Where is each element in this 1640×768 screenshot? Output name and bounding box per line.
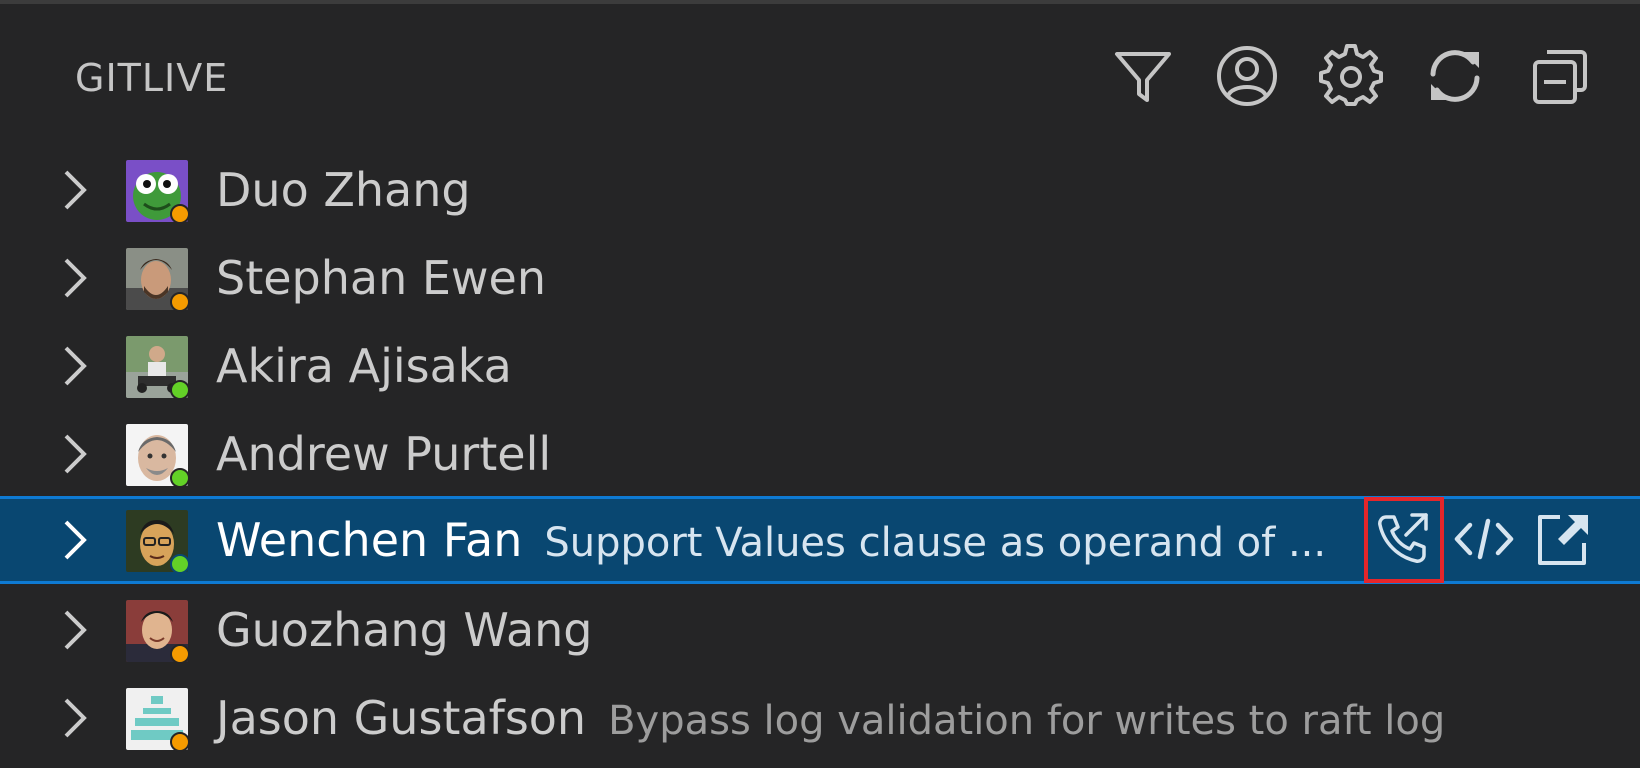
avatar (126, 160, 190, 224)
user-row-selected[interactable]: Wenchen Fan Support Values clause as oper… (0, 496, 1640, 584)
account-icon (1217, 46, 1277, 106)
user-name: Akira Ajisaka (216, 339, 512, 393)
refresh-button[interactable] (1419, 40, 1491, 112)
avatar (126, 510, 190, 574)
collapse-all-button[interactable] (1523, 40, 1595, 112)
chevron-right-icon[interactable] (52, 518, 96, 562)
code-icon (1454, 518, 1514, 560)
open-external-button[interactable] (1526, 501, 1602, 577)
gear-icon (1319, 44, 1383, 106)
user-name: Stephan Ewen (216, 251, 546, 305)
filter-button[interactable] (1107, 40, 1179, 112)
avatar (126, 336, 190, 400)
avatar (126, 600, 190, 664)
chevron-right-icon[interactable] (52, 608, 96, 652)
open-code-button[interactable] (1446, 501, 1522, 577)
chevron-right-icon[interactable] (52, 344, 96, 388)
avatar (126, 688, 190, 752)
chevron-right-icon[interactable] (52, 696, 96, 740)
user-row[interactable]: Jason Gustafson Bypass log validation for… (0, 674, 1640, 762)
user-name: Wenchen Fan (216, 513, 523, 567)
avatar (126, 248, 190, 312)
chevron-right-icon[interactable] (52, 168, 96, 212)
status-away-indicator (170, 292, 190, 312)
user-row[interactable]: Guozhang Wang (0, 586, 1640, 674)
user-row[interactable]: Stephan Ewen (0, 234, 1640, 322)
status-online-indicator (170, 554, 190, 574)
settings-button[interactable] (1315, 40, 1387, 112)
user-activity-description: Bypass log validation for writes to raft… (608, 698, 1446, 744)
status-online-indicator (170, 380, 190, 400)
chevron-right-icon[interactable] (52, 432, 96, 476)
refresh-icon (1430, 50, 1480, 102)
collapse-all-icon (1533, 50, 1587, 104)
status-away-indicator (170, 644, 190, 664)
filter-icon (1115, 52, 1171, 102)
user-row[interactable]: Duo Zhang (0, 146, 1640, 234)
panel-header: GITLIVE (0, 4, 1640, 144)
account-button[interactable] (1211, 40, 1283, 112)
status-away-indicator (170, 732, 190, 752)
user-name: Duo Zhang (216, 163, 471, 217)
status-online-indicator (170, 468, 190, 488)
avatar (126, 424, 190, 488)
external-link-icon (1538, 515, 1588, 565)
user-name: Andrew Purtell (216, 427, 552, 481)
user-activity-description: Support Values clause as operand of ... (544, 520, 1327, 566)
user-row[interactable]: Akira Ajisaka (0, 322, 1640, 410)
user-name: Guozhang Wang (216, 603, 593, 657)
call-icon (1378, 513, 1428, 563)
chevron-right-icon[interactable] (52, 256, 96, 300)
panel-title: GITLIVE (75, 56, 229, 100)
call-button[interactable] (1366, 501, 1442, 577)
status-away-indicator (170, 204, 190, 224)
user-name: Jason Gustafson (216, 691, 587, 745)
user-row[interactable]: Andrew Purtell (0, 410, 1640, 498)
